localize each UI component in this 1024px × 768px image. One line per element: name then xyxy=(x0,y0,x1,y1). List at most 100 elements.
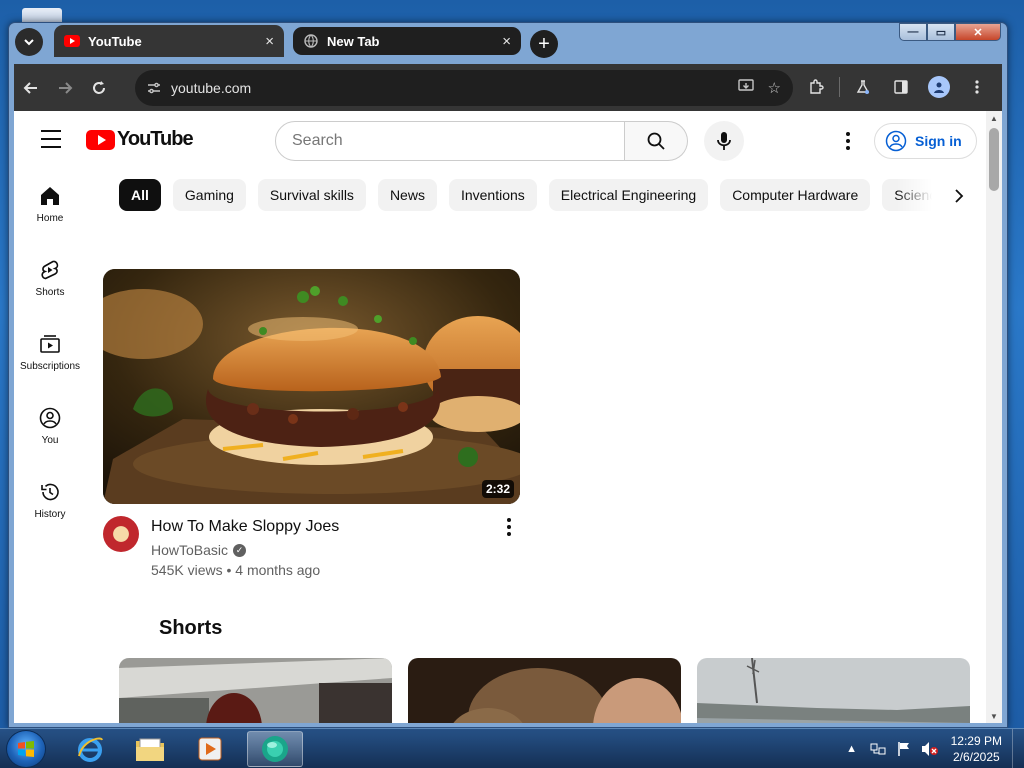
sidebar-item-label: You xyxy=(41,434,59,446)
start-button[interactable] xyxy=(6,730,46,768)
page-content: YouTube Sign in Home xyxy=(14,111,1002,723)
install-app-icon[interactable] xyxy=(737,78,754,98)
sidebar-item-subscriptions[interactable]: Subscriptions xyxy=(14,315,86,389)
microphone-icon xyxy=(717,132,731,150)
short-thumbnail[interactable] xyxy=(119,658,392,723)
short-thumbnail[interactable] xyxy=(408,658,681,723)
toolbar-actions xyxy=(799,70,994,104)
voice-search-button[interactable] xyxy=(704,121,744,161)
chip-survival-skills[interactable]: Survival skills xyxy=(257,179,366,211)
short-image xyxy=(697,658,970,723)
media-player-icon xyxy=(198,737,222,761)
search-input[interactable] xyxy=(275,121,625,161)
chip-electrical-engineering[interactable]: Electrical Engineering xyxy=(548,179,709,211)
taskbar: ▲ 12:29 PM 2/6/2025 xyxy=(0,728,1024,768)
maximize-button[interactable]: ▭ xyxy=(927,23,955,41)
subscriptions-icon xyxy=(40,334,60,353)
extensions-icon[interactable] xyxy=(799,70,833,104)
show-hidden-icons-icon[interactable]: ▲ xyxy=(842,739,862,759)
account-circle-icon xyxy=(885,130,907,152)
site-settings-icon[interactable] xyxy=(147,81,161,95)
minimize-button[interactable]: — xyxy=(899,23,927,41)
avatar xyxy=(928,76,950,98)
reload-icon xyxy=(93,80,105,94)
tab-search-button[interactable] xyxy=(15,28,43,56)
window-controls: — ▭ ✕ xyxy=(899,23,1001,41)
chip-all[interactable]: All xyxy=(119,179,161,211)
channel-avatar[interactable] xyxy=(103,516,139,552)
sidebar-item-you[interactable]: You xyxy=(14,389,86,463)
video-more-button[interactable] xyxy=(497,516,521,578)
taskbar-media-player[interactable] xyxy=(184,731,236,767)
channel-name[interactable]: HowToBasic xyxy=(151,542,228,558)
video-duration: 2:32 xyxy=(481,480,514,498)
address-bar[interactable]: youtube.com ☆ xyxy=(135,70,793,106)
sidebar-item-label: Home xyxy=(36,212,64,224)
folder-icon xyxy=(136,738,164,761)
sidebar-item-shorts[interactable]: Shorts xyxy=(14,241,86,315)
scrollbar-thumb[interactable] xyxy=(989,128,999,191)
short-thumbnail[interactable] xyxy=(697,658,970,723)
close-window-button[interactable]: ✕ xyxy=(955,23,1001,41)
sidebar-item-label: Shorts xyxy=(35,286,65,298)
search-box xyxy=(275,121,688,161)
shorts-icon xyxy=(41,260,59,279)
tab-youtube[interactable]: YouTube × xyxy=(54,25,284,57)
scroll-up-icon[interactable]: ▲ xyxy=(986,111,1002,125)
show-desktop-button[interactable] xyxy=(1012,729,1024,768)
chips-next-button[interactable] xyxy=(944,181,974,211)
back-button[interactable] xyxy=(14,71,48,105)
video-meta: How To Make Sloppy Joes HowToBasic ✓ 545… xyxy=(103,516,521,578)
chip-news[interactable]: News xyxy=(377,179,437,211)
sign-in-button[interactable]: Sign in xyxy=(874,123,977,159)
search-button[interactable] xyxy=(625,121,688,161)
close-tab-icon[interactable]: × xyxy=(265,33,274,50)
new-tab-button[interactable]: + xyxy=(530,30,558,58)
youtube-logo[interactable]: YouTube xyxy=(86,128,194,151)
taskbar-file-explorer[interactable] xyxy=(124,731,176,767)
page-scrollbar[interactable]: ▲ ▼ xyxy=(986,111,1002,723)
shorts-heading-text: Shorts xyxy=(159,617,223,639)
verified-check-icon: ✓ xyxy=(233,543,247,557)
clock[interactable]: 12:29 PM 2/6/2025 xyxy=(951,733,1002,765)
network-icon[interactable] xyxy=(868,739,888,759)
chip-gaming[interactable]: Gaming xyxy=(172,179,246,211)
taskbar-internet-explorer[interactable] xyxy=(64,731,116,767)
profile-button[interactable] xyxy=(922,70,956,104)
video-thumbnail[interactable]: 2:32 xyxy=(103,269,520,504)
forward-button[interactable] xyxy=(48,71,82,105)
sidebar-item-home[interactable]: Home xyxy=(14,167,86,241)
video-text: How To Make Sloppy Joes HowToBasic ✓ 545… xyxy=(151,516,497,578)
reload-button[interactable] xyxy=(82,71,116,105)
close-tab-icon[interactable]: × xyxy=(502,33,511,50)
settings-more-button[interactable] xyxy=(832,125,864,157)
clock-time: 12:29 PM xyxy=(950,734,1002,748)
chip-computer-hardware[interactable]: Computer Hardware xyxy=(720,179,871,211)
tab-new-tab[interactable]: New Tab × xyxy=(293,27,521,55)
chip-inventions[interactable]: Inventions xyxy=(448,179,537,211)
labs-flask-icon[interactable] xyxy=(846,70,880,104)
chevron-down-icon xyxy=(24,39,34,46)
short-image xyxy=(119,658,392,723)
chrome-menu-icon[interactable] xyxy=(960,70,994,104)
short-image xyxy=(408,658,681,723)
volume-muted-icon[interactable] xyxy=(920,739,940,759)
tab-title: New Tab xyxy=(327,33,380,49)
sidebar-item-label: Subscriptions xyxy=(19,360,81,372)
side-panel-icon[interactable] xyxy=(884,70,918,104)
globe-icon xyxy=(303,34,319,48)
sidebar-item-history[interactable]: History xyxy=(14,463,86,537)
youtube-header: YouTube Sign in xyxy=(14,111,986,167)
scroll-down-icon[interactable]: ▼ xyxy=(986,709,1002,723)
video-title[interactable]: How To Make Sloppy Joes xyxy=(151,516,497,538)
action-center-flag-icon[interactable] xyxy=(894,739,914,759)
guide-menu-button[interactable] xyxy=(36,127,66,151)
thumbnail-image xyxy=(103,269,520,504)
taskbar-chrome[interactable] xyxy=(247,731,303,767)
video-channel[interactable]: HowToBasic ✓ xyxy=(151,542,497,558)
system-tray: ▲ 12:29 PM 2/6/2025 xyxy=(839,729,1024,768)
chevron-right-icon xyxy=(955,189,964,203)
bookmark-star-icon[interactable]: ☆ xyxy=(768,79,781,97)
internet-explorer-icon xyxy=(78,737,103,762)
browser-toolbar: youtube.com ☆ xyxy=(14,64,1002,111)
